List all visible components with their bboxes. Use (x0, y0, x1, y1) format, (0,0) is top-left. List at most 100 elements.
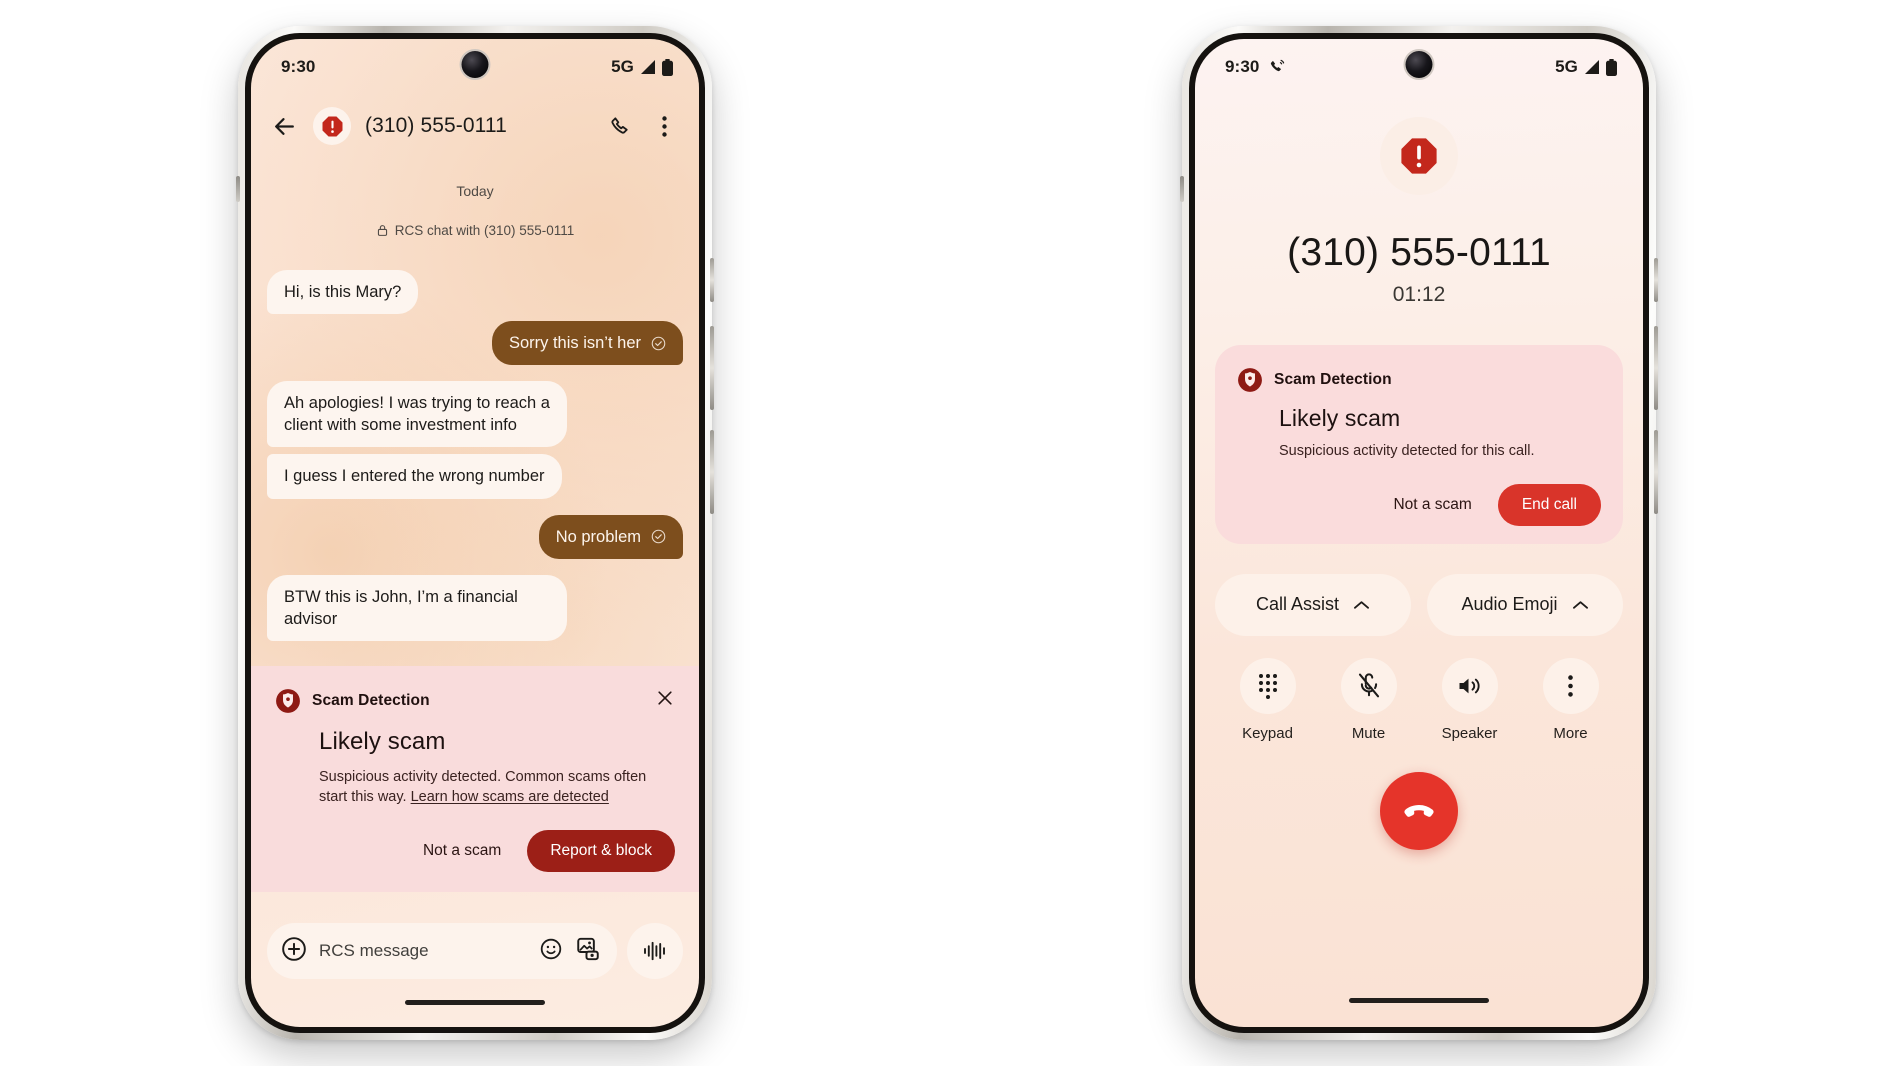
plus-circle-icon[interactable] (281, 936, 307, 967)
messages-app-bar: (310) 555-0111 (251, 95, 699, 157)
scam-warning-icon[interactable] (313, 107, 351, 145)
network-label: 5G (611, 57, 634, 76)
audio-emoji-label: Audio Emoji (1461, 594, 1558, 615)
scam-detection-card: Scam Detection Likely scam Suspicious ac… (251, 665, 699, 893)
scam-card-title: Likely scam (319, 727, 446, 755)
speaker-label: Speaker (1441, 724, 1498, 742)
status-bar-right: 5G (1555, 57, 1617, 77)
power-button[interactable] (1654, 258, 1658, 302)
speaker-icon (1441, 657, 1498, 714)
more-control[interactable]: More (1520, 657, 1621, 742)
battery-icon (1606, 58, 1617, 76)
call-action-row: Keypad Mute Speaker More (1195, 636, 1643, 742)
in-call-screen: 9:30 5G (310) 555-0111 01:12 Scam Detect… (1195, 39, 1643, 1027)
keypad-control[interactable]: Keypad (1217, 657, 1318, 742)
end-call-button[interactable]: End call (1497, 483, 1601, 526)
compose-bar: RCS message (251, 909, 699, 989)
chevron-up-icon (1572, 600, 1588, 609)
chevron-up-icon (1354, 600, 1370, 609)
volume-down-button[interactable] (710, 430, 714, 514)
signal-bars-icon (1585, 60, 1599, 74)
call-assist-button[interactable]: Call Assist (1215, 573, 1411, 636)
mute-label: Mute (1351, 724, 1386, 742)
learn-more-link[interactable]: Learn how scams are detected (411, 789, 609, 805)
volume-up-button[interactable] (1654, 326, 1658, 410)
message-input-placeholder: RCS message (319, 941, 429, 960)
more-vertical-icon (1542, 657, 1599, 714)
phone-device-call: 9:30 5G (310) 555-0111 01:12 Scam Detect… (1180, 26, 1658, 1040)
status-bar: 9:30 5G (1195, 39, 1643, 95)
voice-waveform-icon[interactable] (627, 923, 683, 979)
message-bubble-incoming[interactable]: Hi, is this Mary? (267, 270, 419, 315)
scam-card-label: Scam Detection (1274, 371, 1392, 388)
audio-emoji-button[interactable]: Audio Emoji (1427, 573, 1623, 636)
mic-off-icon (1340, 657, 1397, 714)
scam-card-header: Scam Detection (1237, 367, 1601, 393)
message-bubble-outgoing[interactable]: Sorry this isn’t her (491, 321, 683, 366)
signal-bars-icon (641, 60, 655, 74)
report-and-block-button[interactable]: Report & block (527, 830, 675, 873)
status-bar-left: 9:30 (281, 57, 315, 77)
phone-in-call-icon (1271, 59, 1285, 72)
scam-detection-shield-icon (276, 688, 300, 713)
message-input-container[interactable]: RCS message (267, 923, 617, 979)
thread-title: (310) 555-0111 (365, 114, 507, 137)
back-arrow-icon[interactable] (269, 111, 299, 141)
message-bubble-incoming[interactable]: Ah apologies! I was trying to reach a cl… (267, 381, 567, 448)
thread-spacer (267, 506, 683, 515)
volume-button-left[interactable] (1180, 176, 1184, 202)
not-a-scam-button[interactable]: Not a scam (1389, 490, 1475, 520)
scam-card-body: Suspicious activity detected for this ca… (1279, 443, 1535, 459)
more-vertical-icon[interactable] (649, 111, 679, 141)
emoji-smiley-icon[interactable] (539, 937, 563, 966)
scam-warning-icon (1380, 117, 1458, 195)
image-gallery-icon[interactable] (575, 936, 601, 967)
status-bar-left: 9:30 (1225, 57, 1286, 77)
lower-spacer (1195, 850, 1643, 987)
status-time: 9:30 (281, 57, 316, 76)
message-text: Sorry this isn’t her (508, 334, 641, 353)
battery-icon (662, 58, 673, 76)
call-header: (310) 555-0111 01:12 (1195, 95, 1643, 307)
delivered-check-icon (651, 336, 666, 350)
scam-card-body: Suspicious activity detected. Common sca… (319, 767, 675, 808)
network-label: 5G (1555, 57, 1578, 76)
phone-icon[interactable] (605, 111, 635, 141)
hangup-phone-icon[interactable] (1380, 771, 1458, 850)
scam-card-actions: Not a scam Report & block (275, 830, 675, 873)
more-label: More (1553, 724, 1588, 742)
not-a-scam-button[interactable]: Not a scam (419, 836, 505, 866)
message-bubble-incoming[interactable]: BTW this is John, I’m a financial adviso… (267, 574, 567, 641)
bottom-inset (251, 1015, 699, 1027)
caller-number: (310) 555-0111 (1287, 231, 1551, 274)
rcs-notice: RCS chat with (310) 555-0111 (267, 223, 683, 238)
bottom-inset (1195, 1013, 1643, 1027)
close-icon[interactable] (655, 688, 675, 713)
scam-detection-card: Scam Detection Likely scam Suspicious ac… (1215, 345, 1623, 544)
message-bubble-outgoing[interactable]: No problem (538, 514, 683, 559)
scam-card-actions: Not a scam End call (1237, 483, 1601, 526)
dialpad-icon (1239, 657, 1296, 714)
power-button[interactable] (710, 258, 714, 302)
keypad-label: Keypad (1242, 724, 1293, 742)
assist-row: Call Assist Audio Emoji (1195, 544, 1643, 636)
day-divider: Today (456, 183, 494, 199)
home-gesture-bar[interactable] (251, 989, 699, 1015)
volume-button-left[interactable] (236, 176, 240, 202)
screenshot-stage: 9:30 5G (310) 555-0111 Today RCS chat wi… (0, 0, 1894, 1066)
mute-control[interactable]: Mute (1318, 657, 1419, 742)
message-text: No problem (555, 527, 641, 546)
hangup-row (1195, 742, 1643, 850)
message-bubble-incoming[interactable]: I guess I entered the wrong number (267, 454, 562, 499)
phone-device-messages: 9:30 5G (310) 555-0111 Today RCS chat wi… (236, 26, 714, 1040)
speaker-control[interactable]: Speaker (1419, 657, 1520, 742)
front-camera-punch-hole (461, 51, 489, 78)
home-gesture-bar[interactable] (1195, 987, 1643, 1013)
volume-up-button[interactable] (710, 326, 714, 410)
scam-detection-shield-icon (1238, 368, 1262, 392)
front-camera-punch-hole (1405, 51, 1433, 78)
rcs-notice-text: RCS chat with (310) 555-0111 (394, 223, 575, 238)
call-controls: Call Assist Audio Emoji Keypad Mute Spea… (1195, 544, 1643, 1027)
message-thread: Today RCS chat with (310) 555-0111 Hi, i… (251, 157, 699, 909)
volume-down-button[interactable] (1654, 430, 1658, 514)
